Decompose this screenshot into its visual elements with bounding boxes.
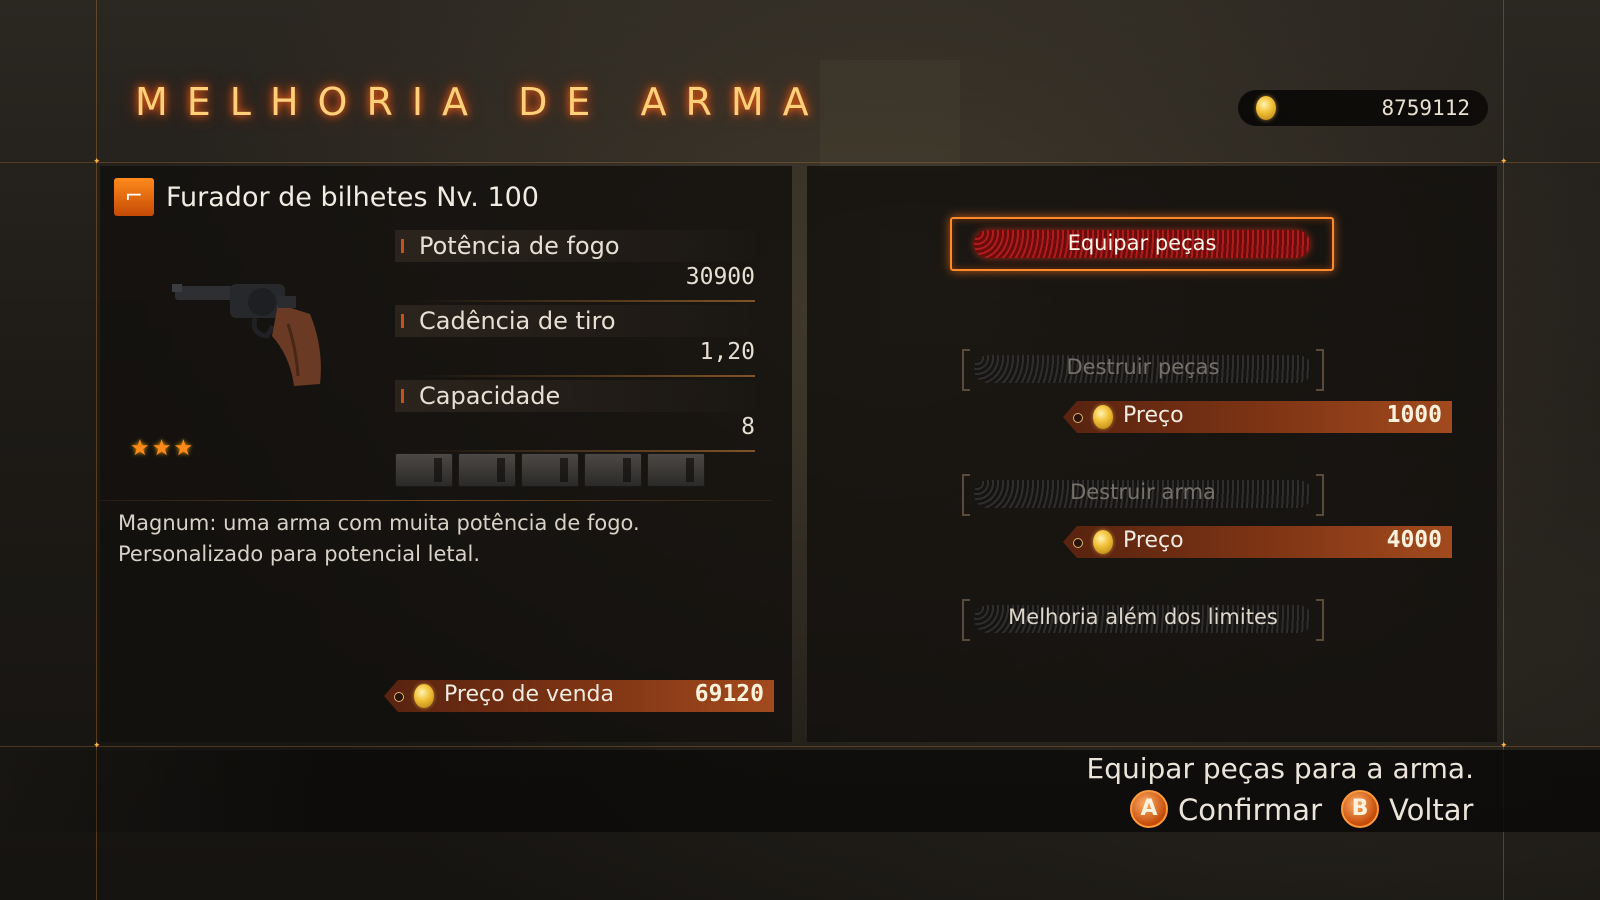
part-slots bbox=[395, 453, 710, 491]
stat-value: 1,20 bbox=[699, 339, 755, 365]
part-slot[interactable] bbox=[395, 453, 453, 487]
a-button-icon: A bbox=[1130, 790, 1168, 828]
page-title: MELHORIA DE ARMA bbox=[135, 80, 828, 124]
weapon-description: Magnum: uma arma com muita potência de f… bbox=[118, 508, 640, 570]
background-frame bbox=[820, 60, 960, 170]
part-slot[interactable] bbox=[521, 453, 579, 487]
stat-label: Capacidade bbox=[419, 382, 561, 410]
price-label: Preço bbox=[1123, 528, 1184, 553]
stat-firepower: Potência de fogo 30900 bbox=[395, 230, 755, 304]
part-slot[interactable] bbox=[647, 453, 705, 487]
weapon-info-panel: ⌐ Furador de bilhetes Nv. 100 ★★★ Potênc… bbox=[100, 166, 792, 742]
confirm-label: Confirmar bbox=[1178, 793, 1322, 827]
grid-line bbox=[0, 162, 1600, 163]
divider bbox=[100, 500, 772, 501]
rating-stars: ★★★ bbox=[130, 436, 196, 461]
money-amount: 8759112 bbox=[1381, 96, 1470, 120]
stat-value: 30900 bbox=[685, 264, 755, 290]
destroy-weapon-button[interactable]: Destruir arma bbox=[962, 474, 1324, 516]
sell-price-tag: Preço de venda 69120 bbox=[384, 680, 774, 712]
spark-icon: ✦ bbox=[93, 157, 101, 167]
gun-icon: ⌐ bbox=[114, 178, 154, 216]
price-label: Preço bbox=[1123, 403, 1184, 428]
stat-fire-rate: Cadência de tiro 1,20 bbox=[395, 305, 755, 379]
equip-parts-button[interactable]: Equipar peças bbox=[950, 217, 1334, 271]
price-value: 4000 bbox=[1386, 527, 1442, 553]
sell-price-label: Preço de venda bbox=[444, 682, 614, 707]
b-button-icon: B bbox=[1341, 790, 1379, 828]
back-label: Voltar bbox=[1389, 793, 1474, 827]
stat-capacity: Capacidade 8 bbox=[395, 380, 755, 454]
part-slot[interactable] bbox=[584, 453, 642, 487]
back-prompt[interactable]: B Voltar bbox=[1341, 790, 1474, 831]
destroy-parts-price-tag: Preço 1000 bbox=[1063, 401, 1452, 433]
stat-value: 8 bbox=[741, 414, 755, 440]
confirm-prompt[interactable]: A Confirmar bbox=[1130, 790, 1322, 831]
sell-price-value: 69120 bbox=[694, 681, 764, 707]
stat-label: Potência de fogo bbox=[419, 232, 620, 260]
equip-parts-label: Equipar peças bbox=[1067, 231, 1217, 255]
grid-line bbox=[0, 746, 1600, 747]
destroy-parts-label: Destruir peças bbox=[1066, 355, 1220, 379]
description-line: Magnum: uma arma com muita potência de f… bbox=[118, 511, 640, 535]
hint-text: Equipar peças para a arma. bbox=[1086, 752, 1474, 785]
revolver-image bbox=[172, 284, 321, 386]
price-value: 1000 bbox=[1386, 402, 1442, 428]
coin-icon bbox=[1093, 405, 1113, 429]
limit-break-button[interactable]: Melhoria além dos limites bbox=[962, 599, 1324, 641]
weapon-name: Furador de bilhetes Nv. 100 bbox=[166, 182, 539, 213]
stat-label: Cadência de tiro bbox=[419, 307, 616, 335]
destroy-weapon-price-tag: Preço 4000 bbox=[1063, 526, 1452, 558]
coin-icon bbox=[1093, 530, 1113, 554]
description-line: Personalizado para potencial letal. bbox=[118, 542, 480, 566]
coin-icon bbox=[1256, 96, 1276, 120]
coin-icon bbox=[414, 684, 434, 708]
money-display: 8759112 bbox=[1238, 90, 1488, 126]
part-slot[interactable] bbox=[458, 453, 516, 487]
limit-break-label: Melhoria além dos limites bbox=[1008, 605, 1278, 629]
spark-icon: ✦ bbox=[1500, 741, 1508, 751]
spark-icon: ✦ bbox=[93, 741, 101, 751]
destroy-parts-button[interactable]: Destruir peças bbox=[962, 349, 1324, 391]
spark-icon: ✦ bbox=[1500, 157, 1508, 167]
destroy-weapon-label: Destruir arma bbox=[1070, 480, 1216, 504]
